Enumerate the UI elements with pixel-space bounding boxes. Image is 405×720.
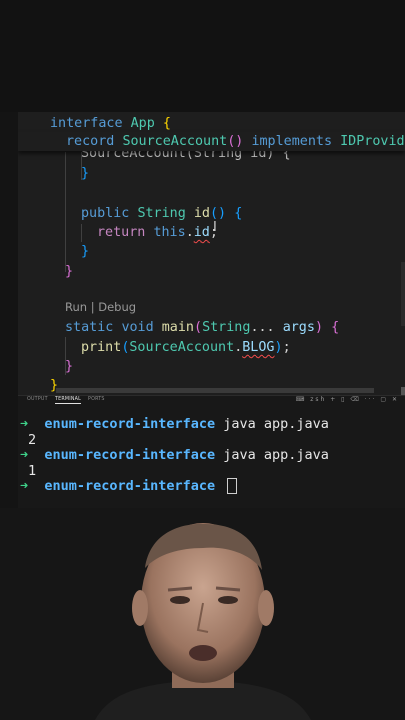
code-line-close-brace[interactable]: } [81, 242, 89, 261]
keyword: this [153, 225, 186, 240]
code-line-close-brace[interactable]: } [81, 164, 89, 183]
keyword: record [66, 134, 115, 149]
prompt-arrow-icon: ➜ [20, 478, 29, 494]
interface-name: IDProvide [340, 134, 405, 149]
presenter-portrait-icon [0, 508, 405, 720]
prompt-arrow-icon: ➜ [20, 447, 29, 463]
prompt-command: java app.java [223, 416, 329, 432]
class-ref: SourceAccount [129, 340, 235, 355]
code-line-close-brace[interactable]: } [65, 262, 73, 281]
record-name: SourceAccount [122, 134, 228, 149]
method-name: id [193, 206, 210, 221]
indent-guide [81, 224, 82, 242]
dot: . [185, 225, 194, 240]
paren: ( [194, 320, 203, 335]
code-line-main[interactable]: static void main(String... args) { [65, 318, 339, 337]
indent-guide [65, 152, 66, 272]
presenter-video [0, 508, 405, 720]
terminal-input-line[interactable]: ➜ enum-record-interface [20, 478, 238, 495]
prompt-directory: enum-record-interface [44, 478, 216, 494]
varargs: ... [250, 320, 275, 335]
bottom-panel: OUTPUT TERMINAL PORTS ⌨ zsh + ▯ ⌫ ··· ▢ … [18, 395, 405, 509]
text-cursor-icon: I [213, 220, 217, 235]
parens: () [227, 134, 244, 149]
method-name: main [161, 320, 194, 335]
tab-output[interactable]: OUTPUT [27, 397, 48, 402]
brace: { [234, 206, 243, 221]
method-name: print [81, 340, 122, 355]
type-name: String [137, 206, 186, 221]
keyword: void [121, 320, 154, 335]
video-top-band [0, 0, 405, 112]
brace: { [162, 116, 171, 131]
keyword: interface [50, 116, 123, 131]
keyword: public [81, 206, 130, 221]
prompt-arrow-icon: ➜ [20, 416, 29, 432]
panel-tabs: OUTPUT TERMINAL PORTS ⌨ zsh + ▯ ⌫ ··· ▢ … [18, 396, 405, 406]
parens: () [210, 206, 227, 221]
code-line-print[interactable]: print(SourceAccount.BLOG); [81, 338, 291, 357]
tab-terminal[interactable]: TERMINAL [55, 397, 81, 404]
tab-ports[interactable]: PORTS [88, 397, 105, 402]
code-line-close-brace[interactable]: } [65, 357, 73, 376]
paren: ) [314, 320, 323, 335]
code-line-interface[interactable]: interface App { [50, 114, 171, 133]
overview-ruler-mark [401, 387, 405, 395]
keyword: return [97, 225, 146, 240]
type-name: String [202, 320, 251, 335]
field-ref: BLOG [242, 340, 275, 355]
terminal-cursor[interactable] [227, 478, 238, 494]
prompt-directory: enum-record-interface [44, 447, 216, 463]
keyword: implements [251, 134, 333, 149]
field-ref: id [193, 225, 210, 240]
param-name: args [282, 320, 315, 335]
brace: { [331, 320, 340, 335]
prompt-command: java app.java [223, 447, 329, 463]
code-line-return[interactable]: return this.id; [97, 223, 218, 242]
codelens-run-debug[interactable]: Run | Debug [65, 300, 136, 314]
terminal-toolbar[interactable]: ⌨ zsh + ▯ ⌫ ··· ▢ ✕ [296, 396, 399, 403]
keyword: static [65, 320, 114, 335]
terminal-line: ➜ enum-record-interface java app.java [20, 416, 329, 433]
terminal-line: ➜ enum-record-interface java app.java [20, 447, 329, 464]
interface-name: App [130, 116, 155, 131]
sticky-scroll-header[interactable]: record SourceAccount() implements IDProv… [18, 132, 405, 151]
prompt-directory: enum-record-interface [44, 416, 216, 432]
semicolon: ; [282, 340, 291, 355]
paren: ) [274, 340, 283, 355]
horizontal-scrollbar[interactable] [56, 388, 374, 393]
code-line-id-method[interactable]: public String id() { [81, 204, 242, 223]
code-editor[interactable]: interface App { record SourceAccount() i… [18, 112, 405, 395]
minimap-slider[interactable] [401, 262, 405, 326]
